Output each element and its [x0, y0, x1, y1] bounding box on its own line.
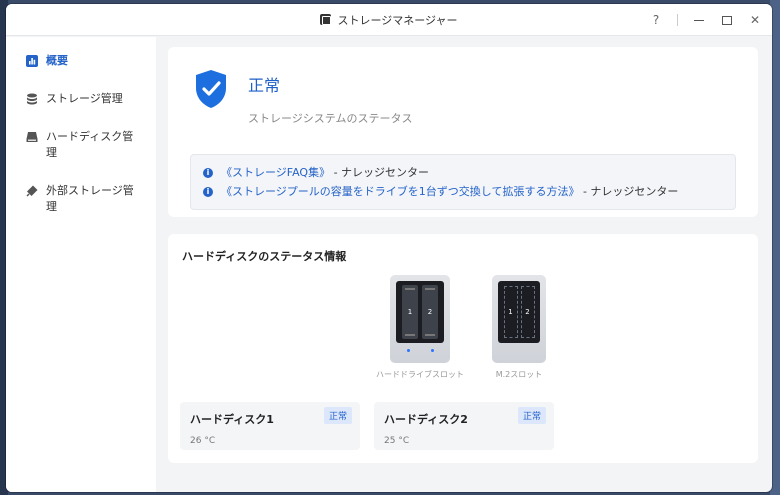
sidebar-item-label: ストレージ管理: [46, 92, 123, 105]
status-badge: 正常: [323, 407, 352, 424]
m2-slot[interactable]: 1 2 M.2スロット: [492, 275, 546, 380]
window-controls: ? ✕: [649, 4, 762, 36]
m2-bay-1[interactable]: 1: [503, 286, 518, 338]
status-header: 正常 ストレージシステムのステータス: [190, 69, 736, 126]
disk-tiles: ハードディスク1 26 °C 正常 ハードディスク2 25 °C 正常: [180, 402, 554, 450]
expand-pool-link[interactable]: 《ストレージプールの容量をドライブを1台ずつ交換して拡張する方法》: [221, 185, 579, 198]
shield-check-icon: [196, 70, 226, 108]
knowledge-link-row: i 《ストレージFAQ集》 - ナレッジセンター: [203, 163, 723, 182]
database-icon: [27, 93, 37, 105]
link-suffix: - ナレッジセンター: [330, 166, 430, 179]
m2-bay-2[interactable]: 2: [520, 286, 535, 338]
minimize-icon: [694, 19, 704, 22]
sidebar-item-hard-disk[interactable]: ハードディスク管理: [6, 123, 156, 167]
slot-label: M.2スロット: [495, 370, 543, 379]
disk-temperature: 25 °C: [384, 436, 410, 446]
storage-manager-app-icon: [320, 14, 332, 25]
info-icon: i: [203, 167, 213, 178]
close-button[interactable]: ✕: [748, 13, 762, 27]
usb-drive-icon: [26, 185, 38, 197]
storage-manager-window: ストレージマネージャー ? ✕ 概要 ストレージ管理 ハードディスク管理 外部ス…: [6, 4, 772, 492]
hard-disk-icon: [26, 132, 38, 142]
status-text: 正常 ストレージシステムのステータス: [248, 69, 412, 126]
drive-bay-1[interactable]: 1: [402, 285, 418, 339]
link-suffix: - ナレッジセンター: [579, 185, 679, 198]
faq-link[interactable]: 《ストレージFAQ集》: [221, 166, 330, 179]
status-subtitle: ストレージシステムのステータス: [248, 112, 413, 125]
sidebar: 概要 ストレージ管理 ハードディスク管理 外部ストレージ管理: [6, 37, 156, 492]
status-card: 正常 ストレージシステムのステータス i 《ストレージFAQ集》 - ナレッジセ…: [168, 47, 758, 217]
slot-label: ハードドライブスロット: [376, 370, 464, 379]
drive-slots: 1 2 ハードドライブスロット 1 2 M.2スロット: [376, 275, 546, 380]
nas-enclosure-icon: 1 2: [390, 275, 450, 363]
disk-tile-2[interactable]: ハードディスク2 25 °C 正常: [374, 402, 554, 450]
sidebar-item-storage[interactable]: ストレージ管理: [6, 85, 156, 113]
knowledge-link-row: i 《ストレージプールの容量をドライブを1台ずつ交換して拡張する方法》 - ナレ…: [203, 182, 723, 201]
overview-chart-icon: [26, 55, 38, 67]
sidebar-item-external-storage[interactable]: 外部ストレージ管理: [6, 177, 156, 221]
window-title-text: ストレージマネージャー: [337, 13, 458, 27]
info-icon: i: [203, 186, 213, 197]
disk-status-title: ハードディスクのステータス情報: [182, 250, 347, 263]
maximize-icon: [722, 16, 732, 25]
sidebar-item-label: 外部ストレージ管理: [46, 184, 134, 213]
m2-enclosure-icon: 1 2: [492, 275, 546, 363]
controls-divider: [677, 14, 678, 26]
help-button[interactable]: ?: [649, 13, 663, 27]
knowledge-links-box: i 《ストレージFAQ集》 - ナレッジセンター i 《ストレージプールの容量を…: [190, 154, 736, 210]
led-indicator: [406, 349, 410, 352]
status-badge: 正常: [517, 407, 546, 424]
window-title: ストレージマネージャー: [320, 12, 458, 28]
title-bar[interactable]: ストレージマネージャー ? ✕: [6, 4, 772, 36]
disk-tile-1[interactable]: ハードディスク1 26 °C 正常: [180, 402, 360, 450]
m2-bay: 1 2: [498, 281, 540, 343]
sidebar-item-overview[interactable]: 概要: [6, 47, 156, 75]
sidebar-item-label: ハードディスク管理: [46, 130, 134, 159]
drive-bay-2[interactable]: 2: [422, 285, 438, 339]
main-content: 正常 ストレージシステムのステータス i 《ストレージFAQ集》 - ナレッジセ…: [156, 37, 772, 492]
led-indicator: [430, 349, 434, 352]
maximize-button[interactable]: [720, 13, 734, 27]
hard-drive-slot[interactable]: 1 2 ハードドライブスロット: [376, 275, 464, 380]
drive-bay: 1 2: [396, 281, 444, 352]
disk-temperature: 26 °C: [190, 436, 216, 446]
status-leds: [396, 349, 444, 352]
status-title: 正常: [248, 76, 281, 95]
sidebar-item-label: 概要: [46, 54, 68, 67]
disk-status-card: ハードディスクのステータス情報 1 2 ハードドライブスロット 1 2 M.2ス…: [168, 234, 758, 463]
minimize-button[interactable]: [692, 13, 706, 27]
